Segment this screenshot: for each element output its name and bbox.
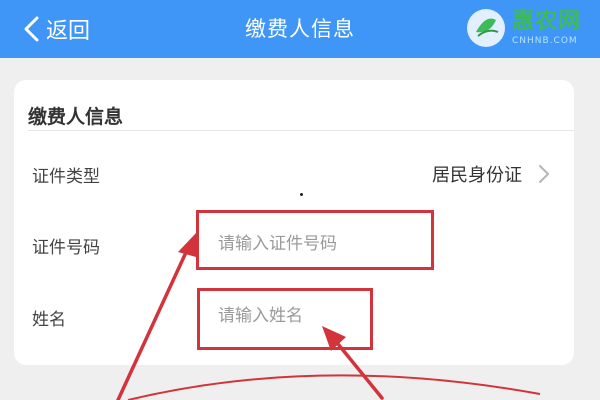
watermark: 惠农网 CNHNB.COM	[466, 2, 594, 54]
navbar: 返回 缴费人信息 惠农网 CNHNB.COM	[0, 0, 600, 58]
card-title: 缴费人信息	[28, 106, 124, 128]
id-number-label: 证件号码	[32, 238, 100, 258]
stray-dot	[300, 193, 303, 196]
id-number-highlight-box	[196, 210, 434, 270]
watermark-domain: CNHNB.COM	[512, 35, 578, 46]
id-type-value[interactable]: 居民身份证	[432, 161, 522, 187]
annotation-curve	[127, 374, 541, 400]
id-type-label: 证件类型	[32, 167, 100, 187]
name-label: 姓名	[32, 310, 66, 330]
name-highlight-box	[197, 288, 373, 350]
watermark-name: 惠农网	[512, 8, 582, 34]
watermark-logo-icon	[467, 9, 505, 47]
chevron-right-icon[interactable]	[538, 164, 550, 184]
divider	[28, 130, 574, 131]
